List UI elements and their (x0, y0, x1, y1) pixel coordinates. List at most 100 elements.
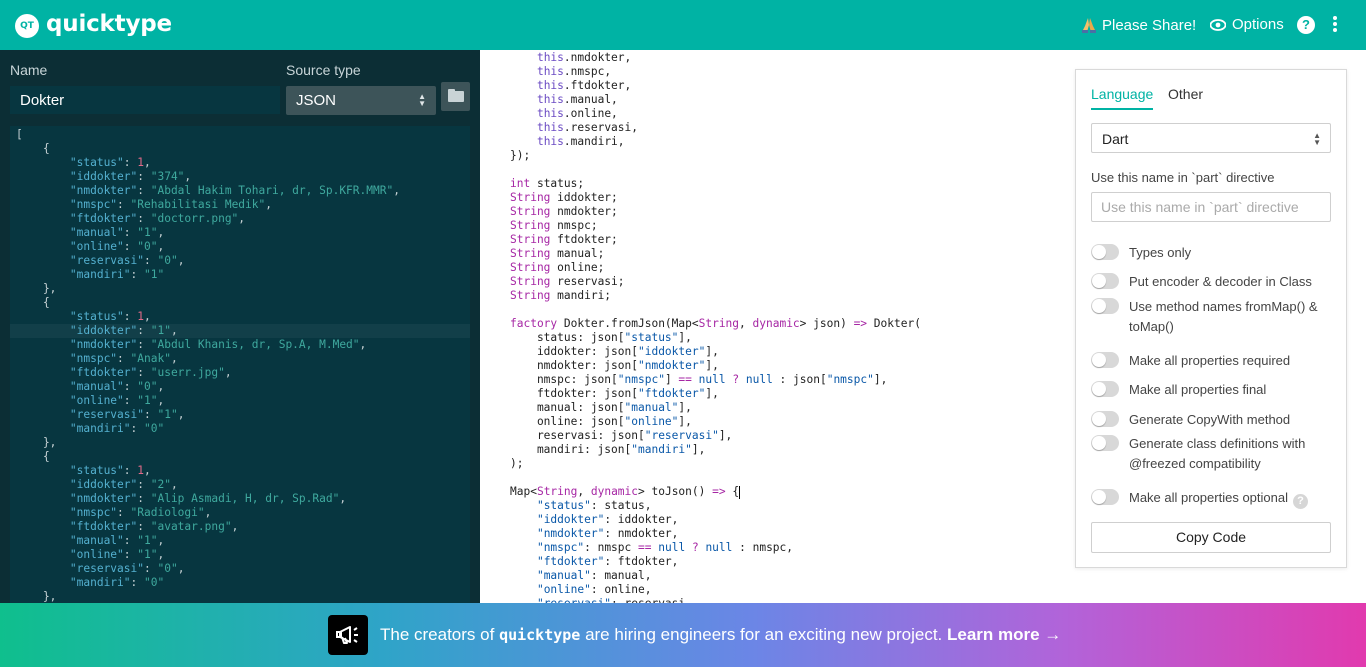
json-line: [ (16, 128, 23, 141)
json-line: "ftdokter": "avatar.png", (69, 520, 239, 533)
json-line: "status": 1, (69, 464, 151, 477)
json-line: "nmspc": "Rehabilitasi Medik", (69, 198, 272, 211)
json-line: "online": "1", (69, 394, 165, 407)
json-line: "manual": "1", (69, 534, 165, 547)
learn-more-link[interactable]: Learn more → (947, 625, 1061, 644)
code-line: "status": status, (536, 499, 652, 512)
toggle-switch[interactable] (1091, 381, 1119, 397)
json-line: "nmdokter": "Abdal Hakim Tohari, dr, Sp.… (69, 184, 400, 197)
json-line: "iddokter": "374", (69, 170, 192, 183)
option-toggle-row[interactable]: Make all properties final (1091, 380, 1336, 400)
option-toggle-row[interactable]: Generate CopyWith method (1091, 410, 1336, 430)
megaphone-icon (328, 615, 368, 655)
option-toggle-row[interactable]: Use method names fromMap() & toMap() (1091, 297, 1336, 337)
code-line: }); (510, 149, 531, 162)
help-icon[interactable]: ? (1292, 494, 1308, 509)
json-line: "mandiri": "1" (69, 268, 165, 281)
help-icon[interactable]: ? (1297, 16, 1315, 34)
json-line: "status": 1, (69, 156, 151, 169)
json-line: "mandiri": "0" (69, 422, 165, 435)
code-line: this.manual, (536, 93, 618, 106)
json-line: "iddokter": "2", (69, 478, 178, 491)
toggle-switch[interactable] (1091, 273, 1119, 289)
tab-other[interactable]: Other (1168, 86, 1203, 102)
toggle-switch[interactable] (1091, 435, 1119, 451)
json-line: "reservasi": "0", (69, 254, 185, 267)
json-line: "iddokter": "1", (10, 324, 470, 338)
json-line: "nmdokter": "Abdul Khanis, dr, Sp.A, M.M… (69, 338, 367, 351)
json-line: "online": "0", (69, 240, 165, 253)
json-line: "status": 1, (69, 310, 151, 323)
code-line: iddokter: json["iddokter"], (510, 345, 719, 358)
quicktype-logo-icon[interactable]: QT (15, 14, 39, 38)
app-title[interactable]: quicktype (46, 11, 172, 37)
share-label: Please Share! (1102, 16, 1197, 34)
copy-code-button[interactable]: Copy Code (1091, 522, 1331, 553)
code-line: this.nmspc, (536, 65, 612, 78)
code-line: nmdokter: json["nmdokter"], (510, 359, 719, 372)
name-input[interactable]: Dokter (10, 86, 280, 114)
code-line: this.reservasi, (536, 121, 638, 134)
json-line: "nmspc": "Radiologi", (69, 506, 212, 519)
banner-brand: quicktype (499, 626, 581, 644)
code-line: String online; (510, 261, 605, 274)
source-type-select[interactable]: JSON ▲ ▼ (286, 86, 436, 115)
option-toggle-row[interactable]: Put encoder & decoder in Class (1091, 272, 1336, 292)
toggle-switch[interactable] (1091, 352, 1119, 368)
options-button[interactable]: Options (1210, 16, 1284, 33)
option-toggle-row[interactable]: Types only (1091, 243, 1336, 263)
input-panel: Name Source type Dokter JSON ▲ ▼ [ { "sta… (0, 50, 480, 603)
banner-text: The creators of quicktype are hiring eng… (380, 625, 1062, 644)
language-value: Dart (1102, 131, 1129, 147)
code-line: this.online, (536, 107, 618, 120)
code-line: reservasi: json["reservasi"], (510, 429, 733, 442)
json-input-editor[interactable]: [ { "status": 1, "iddokter": "374", "nmd… (10, 126, 470, 603)
share-button[interactable]: Please Share! (1080, 16, 1196, 34)
select-arrows-icon: ▲ ▼ (1313, 131, 1321, 147)
app-header: QT quicktype Please Share! Options ? (0, 0, 1366, 50)
code-line: manual: json["manual"], (510, 401, 692, 414)
code-line: String ftdokter; (510, 233, 618, 246)
json-line: "manual": "0", (69, 380, 165, 393)
dart-output-code[interactable]: this.nmdokter, this.nmspc, this.ftdokter… (510, 51, 921, 603)
language-select[interactable]: Dart ▲ ▼ (1091, 123, 1331, 153)
option-toggle-row[interactable]: Make all properties optional? (1091, 488, 1336, 509)
tab-language[interactable]: Language (1091, 86, 1154, 110)
json-line: }, (16, 590, 57, 603)
code-line: "iddokter": iddokter, (536, 513, 679, 526)
json-line: "ftdokter": "doctorr.png", (69, 212, 246, 225)
hiring-banner[interactable]: The creators of quicktype are hiring eng… (0, 603, 1366, 667)
more-menu-icon[interactable] (1330, 15, 1340, 35)
code-line: String iddokter; (510, 191, 618, 204)
code-line: String nmspc; (510, 219, 598, 232)
option-label: Generate class definitions with @freezed… (1129, 436, 1306, 471)
code-line: String reservasi; (510, 275, 625, 288)
code-line: "nmdokter": nmdokter, (536, 527, 679, 540)
open-file-button[interactable] (441, 82, 470, 111)
toggle-switch[interactable] (1091, 298, 1119, 314)
code-line: this.mandiri, (536, 135, 625, 148)
json-line: "mandiri": "0" (69, 576, 165, 589)
text-cursor (739, 485, 741, 499)
code-line: "ftdokter": ftdokter, (536, 555, 679, 568)
option-label: Make all properties optional? (1129, 488, 1308, 509)
json-line: "ftdokter": "userr.jpg", (69, 366, 232, 379)
praying-hands-icon (1082, 18, 1096, 33)
name-label: Name (10, 62, 48, 78)
json-line: "nmdokter": "Alip Asmadi, H, dr, Sp.Rad"… (69, 492, 347, 505)
json-line: "online": "1", (69, 548, 165, 561)
code-line: Map<String, dynamic> toJson() => { (510, 485, 741, 499)
code-line: this.ftdokter, (536, 79, 632, 92)
toggle-switch[interactable] (1091, 489, 1119, 505)
option-toggle-row[interactable]: Generate class definitions with @freezed… (1091, 434, 1336, 474)
toggle-switch[interactable] (1091, 244, 1119, 260)
part-directive-input[interactable] (1091, 192, 1331, 222)
code-line: online: json["online"], (510, 415, 692, 428)
option-toggle-row[interactable]: Make all properties required (1091, 351, 1336, 371)
code-line: "online": online, (536, 583, 652, 596)
toggle-switch[interactable] (1091, 411, 1119, 427)
source-type-label: Source type (286, 62, 361, 78)
code-line: "nmspc": nmspc == null ? null : nmspc, (536, 541, 794, 554)
